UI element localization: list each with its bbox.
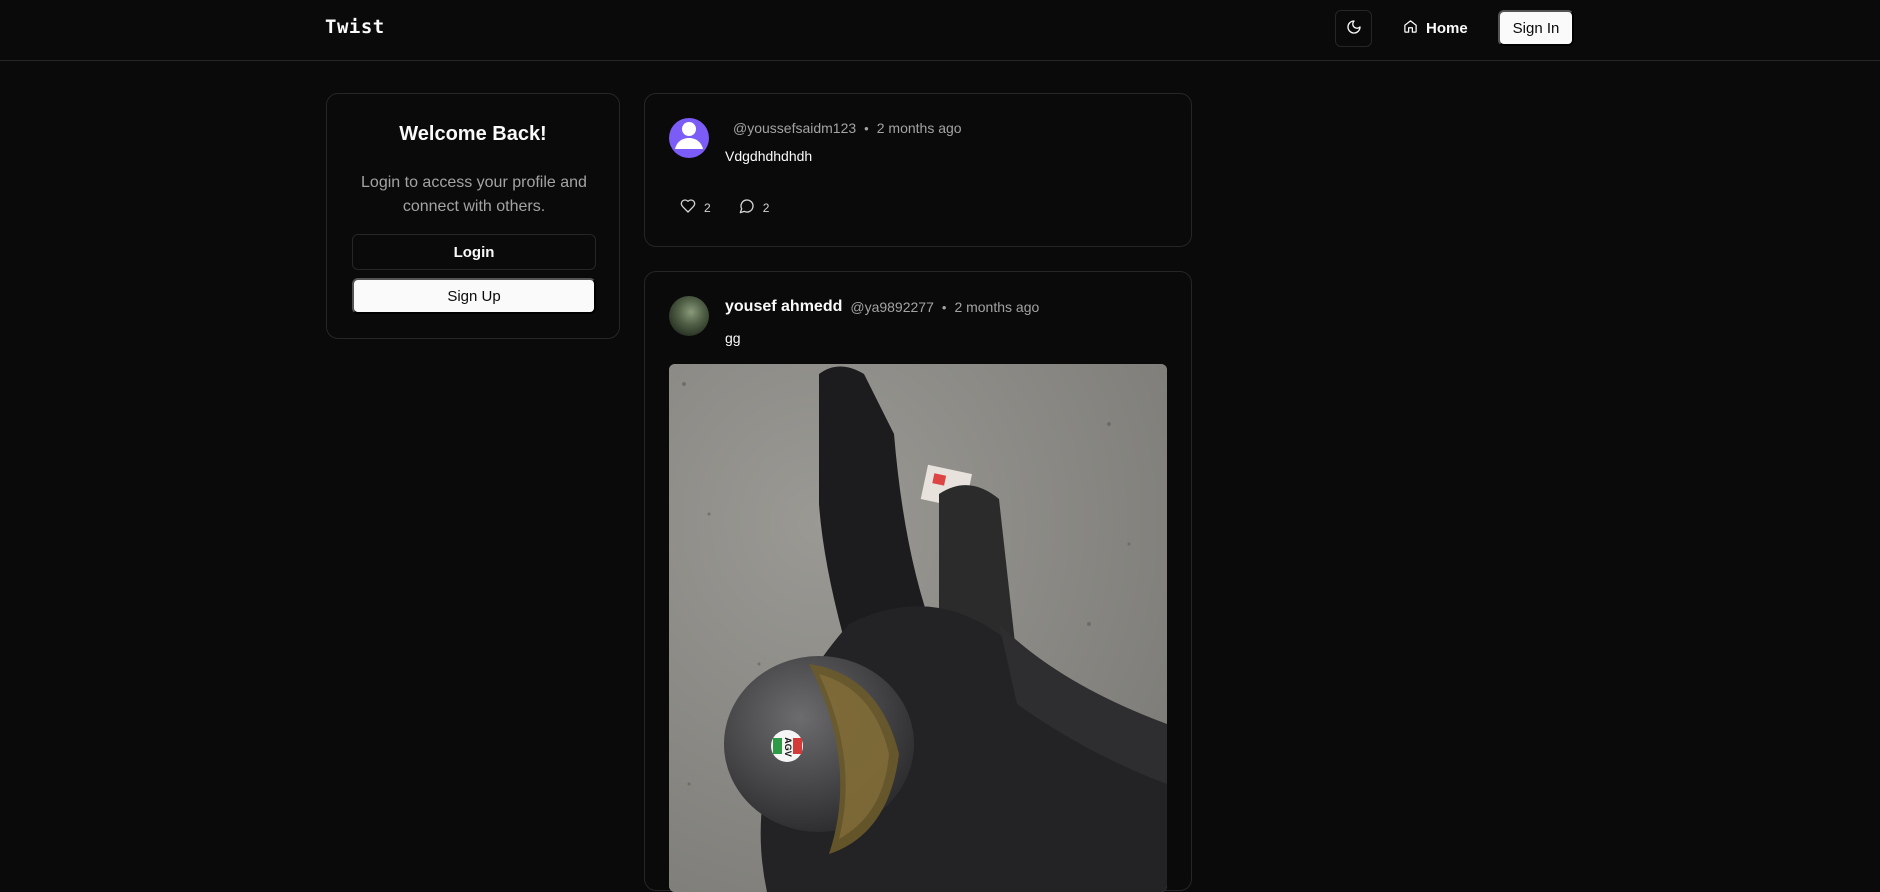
welcome-description: Login to access your profile and connect… [361, 174, 587, 215]
welcome-title: Welcome Back! [399, 123, 547, 145]
post-actions: 2 2 [680, 198, 769, 217]
post-handle[interactable]: @ya9892277 [850, 299, 934, 315]
helmet-logo-text: AGV [783, 737, 793, 757]
comment-count: 2 [762, 200, 770, 215]
moon-icon [1346, 19, 1362, 38]
heart-icon [680, 198, 696, 217]
like-button[interactable]: 2 [680, 198, 711, 217]
default-user-icon [669, 118, 709, 158]
post-time: 2 months ago [954, 299, 1040, 315]
avatar[interactable] [669, 296, 709, 336]
house-icon [1403, 19, 1418, 38]
comment-button[interactable]: 2 [739, 198, 770, 217]
home-nav-link[interactable]: Home [1393, 10, 1473, 47]
login-button[interactable]: Login [352, 234, 596, 270]
top-navbar: Twist Home Sign In [0, 0, 1880, 61]
post-handle[interactable]: @youssefsaidm123 [733, 120, 856, 136]
theme-toggle-button[interactable] [1335, 10, 1372, 47]
comment-icon [739, 198, 755, 217]
sign-up-button[interactable]: Sign Up [352, 278, 596, 314]
welcome-card: Welcome Back! Login to access your profi… [326, 93, 620, 339]
post-content: gg [725, 330, 741, 346]
post-time: 2 months ago [876, 120, 962, 136]
post-card: @youssefsaidm123 • 2 months ago Vdgdhdhd… [644, 93, 1192, 247]
post-content: Vdgdhdhdhdh [725, 148, 813, 164]
post-meta: @youssefsaidm123 • 2 months ago [733, 120, 962, 136]
meta-separator: • [864, 120, 869, 136]
like-count: 2 [704, 200, 711, 215]
post-card: yousef ahmedd @ya9892277 • 2 months ago … [644, 271, 1192, 892]
sign-in-button[interactable]: Sign In [1498, 10, 1574, 46]
post-image[interactable]: AGV [669, 364, 1167, 892]
post-meta: yousef ahmedd @ya9892277 • 2 months ago [725, 298, 1039, 316]
meta-separator: • [941, 299, 947, 315]
avatar[interactable] [669, 118, 709, 158]
post-author-name[interactable]: yousef ahmedd [725, 298, 842, 316]
home-label: Home [1426, 20, 1468, 37]
brand-logo[interactable]: Twist [325, 16, 385, 38]
